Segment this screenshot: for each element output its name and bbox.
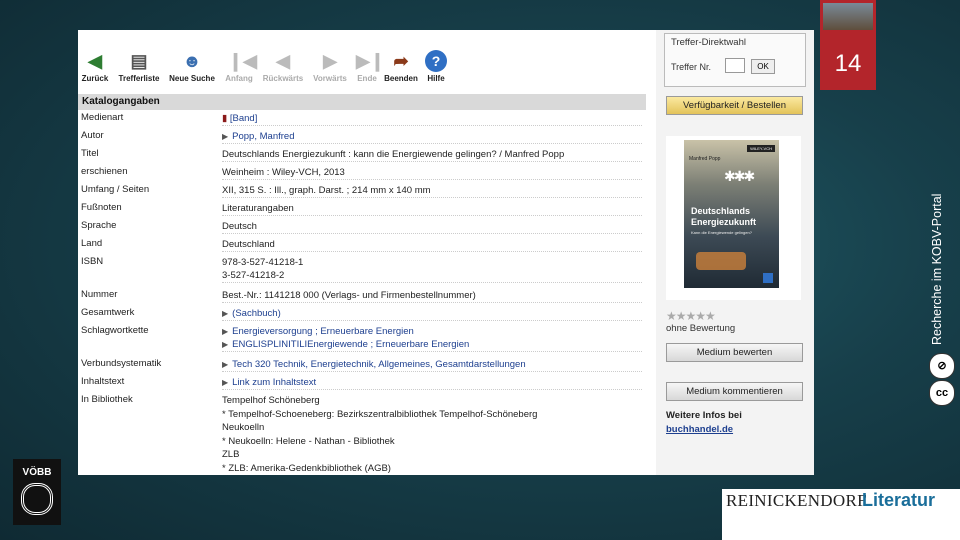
cc-icon: cc <box>929 380 955 406</box>
comment-button[interactable]: Medium kommentieren <box>666 382 803 401</box>
triangle-right-icon: ▶ <box>222 378 229 387</box>
direct-select-box: Treffer-Direktwahl Treffer Nr. OK <box>664 33 806 87</box>
voebb-logo: VÖBB <box>13 459 61 525</box>
help-icon: ? <box>425 50 447 72</box>
series-link[interactable]: (Sachbuch) <box>232 308 281 319</box>
prev-button[interactable]: ◀ Rückwärts <box>260 50 306 83</box>
voebb-emblem <box>21 483 53 515</box>
more-info-label: Weitere Infos bei <box>666 410 742 421</box>
cover-frame: WILEY-VCH Manfred Popp ✱✱✱ Deutschlands … <box>666 136 801 300</box>
content-text-link[interactable]: Link zum Inhaltstext <box>232 377 316 388</box>
subject-link-2[interactable]: ENGLISPLINITILIEnergiewende ; Erneuerbar… <box>232 339 469 350</box>
classification-link[interactable]: Tech 320 Technik, Energietechnik, Allgem… <box>232 359 525 370</box>
rate-button[interactable]: Medium bewerten <box>666 343 803 362</box>
triangle-right-icon: ▶ <box>222 327 229 336</box>
back-button[interactable]: ◀ Zurück <box>78 50 118 83</box>
result-list-button[interactable]: ▤ Trefferliste <box>116 50 162 83</box>
catalog-details: Katalogangaben <box>78 94 646 110</box>
subject-link-1[interactable]: Energieversorgung ; Erneuerbare Energien <box>232 326 414 337</box>
book-icon: ▮ <box>222 113 228 124</box>
media-type-link[interactable]: [Band] <box>230 113 257 124</box>
publisher-logo <box>763 273 773 283</box>
people-search-icon: ☻ <box>182 51 202 71</box>
brand-word: Literatur <box>862 490 936 510</box>
triangle-right-icon: ▶ <box>222 340 229 349</box>
ok-button[interactable]: OK <box>751 59 775 74</box>
catalog-toolbar: ◀ Zurück ▤ Trefferliste ☻ Neue Suche ❙◀ … <box>78 30 646 88</box>
brand-logo: REINICKENDORF Literatur <box>722 489 960 540</box>
catalog-screenshot: ◀ Zurück ▤ Trefferliste ☻ Neue Suche ❙◀ … <box>78 30 814 475</box>
author-link[interactable]: Popp, Manfred <box>232 131 294 142</box>
triangle-right-icon: ▶ <box>222 309 229 318</box>
last-icon: ▶❙ <box>356 51 385 71</box>
ship-illustration <box>696 252 746 270</box>
rating-text: ohne Bewertung <box>666 323 736 334</box>
exit-icon: ➦ <box>393 51 409 71</box>
bookshop-link[interactable]: buchhandel.de <box>666 424 733 435</box>
brand-name: REINICKENDORF <box>726 491 867 510</box>
availability-button[interactable]: Verfügbarkeit / Bestellen <box>666 96 803 115</box>
first-icon: ❙◀ <box>228 51 257 71</box>
triangle-right-icon: ▶ <box>222 132 229 141</box>
next-icon: ▶ <box>323 51 337 71</box>
right-sidebar: Treffer-Direktwahl Treffer Nr. OK Verfüg… <box>656 30 814 475</box>
slide-number-badge: 14 <box>820 0 876 90</box>
new-search-button[interactable]: ☻ Neue Suche <box>169 50 215 83</box>
cc-nc-icon: ⊘ <box>929 353 955 379</box>
prev-icon: ◀ <box>276 51 290 71</box>
slide-number: 14 <box>834 50 862 77</box>
catalog-heading: Katalogangaben <box>78 94 646 110</box>
help-button[interactable]: ? Hilfe <box>413 50 459 83</box>
arrow-left-icon: ◀ <box>88 51 102 71</box>
hit-number-input[interactable] <box>725 58 745 73</box>
direct-select-title: Treffer-Direktwahl <box>671 37 746 48</box>
first-button[interactable]: ❙◀ Anfang <box>216 50 262 83</box>
book-cover: WILEY-VCH Manfred Popp ✱✱✱ Deutschlands … <box>684 140 779 288</box>
building-photo <box>823 3 873 30</box>
wind-turbines: ✱✱✱ <box>724 168 755 184</box>
rating-stars[interactable]: ★★★★★ <box>666 309 716 323</box>
vertical-caption: Recherche im KOBV-Portal <box>930 193 944 345</box>
triangle-right-icon: ▶ <box>222 360 229 369</box>
list-icon: ▤ <box>130 51 148 71</box>
